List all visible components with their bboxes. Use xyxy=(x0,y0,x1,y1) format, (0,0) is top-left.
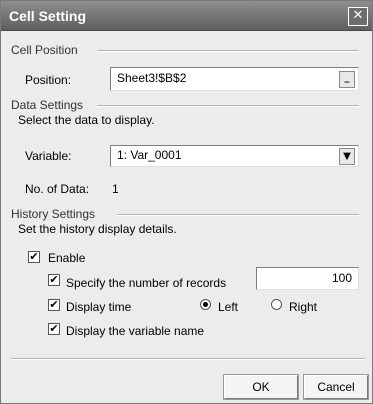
data-settings-description: Select the data to display. xyxy=(18,113,155,127)
records-value: 100 xyxy=(331,271,352,285)
variable-value: 1: Var_0001 xyxy=(117,148,182,162)
variable-label: Variable: xyxy=(25,149,72,163)
history-settings-group-label: History Settings xyxy=(11,207,96,221)
radio-right-label: Right xyxy=(289,300,318,314)
enable-label: Enable xyxy=(48,251,86,265)
data-count-value: 1 xyxy=(112,182,119,196)
radio-selected-dot xyxy=(203,302,208,307)
radio-left[interactable] xyxy=(200,299,211,310)
variable-select[interactable]: 1: Var_0001 xyxy=(110,145,359,167)
data-count-label: No. of Data: xyxy=(25,182,90,196)
position-value: Sheet3!$B$2 xyxy=(117,71,187,85)
display-time-label: Display time xyxy=(66,300,132,314)
position-field[interactable]: Sheet3!$B$2 xyxy=(110,67,359,91)
cell-position-divider xyxy=(97,50,359,52)
data-settings-group-label: Data Settings xyxy=(11,98,84,112)
cell-position-group-label: Cell Position xyxy=(11,43,78,57)
radio-left-label: Left xyxy=(218,300,239,314)
history-settings-description: Set the history display details. xyxy=(18,222,177,236)
dialog-title: Cell Setting xyxy=(9,8,87,24)
cell-setting-dialog: Cell Setting ✕ Cell Position Position: S… xyxy=(0,0,373,404)
close-icon[interactable]: ✕ xyxy=(348,7,368,26)
records-label: Specify the number of records xyxy=(66,276,227,290)
records-input[interactable]: 100 xyxy=(256,267,359,290)
position-label: Position: xyxy=(25,73,72,87)
footer-divider xyxy=(11,358,365,360)
display-variable-name-label: Display the variable name xyxy=(66,324,205,338)
range-select-button[interactable]: _ xyxy=(339,71,355,88)
radio-right[interactable] xyxy=(271,299,282,310)
history-settings-divider xyxy=(117,214,359,216)
cancel-button[interactable]: Cancel xyxy=(304,375,368,399)
ok-button[interactable]: OK xyxy=(224,375,298,399)
records-checkbox[interactable]: ✔ xyxy=(48,274,60,286)
display-variable-name-checkbox[interactable]: ✔ xyxy=(48,323,60,335)
display-time-checkbox[interactable]: ✔ xyxy=(48,299,60,311)
data-settings-divider xyxy=(97,105,359,107)
title-bar[interactable]: Cell Setting ✕ xyxy=(1,1,372,31)
enable-checkbox[interactable]: ✔ xyxy=(28,251,40,263)
chevron-down-icon[interactable]: ▼ xyxy=(339,148,355,165)
